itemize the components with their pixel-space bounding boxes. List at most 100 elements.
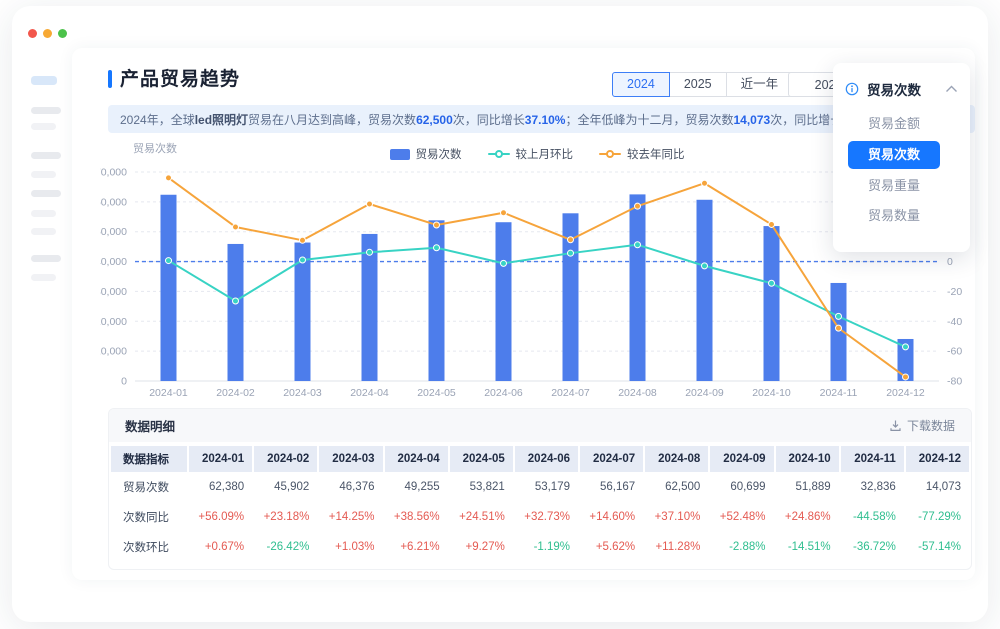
svg-text:50,000: 50,000 xyxy=(100,226,127,238)
table-cell: 45,902 xyxy=(254,472,317,502)
table-column-header: 2024-10 xyxy=(776,446,839,472)
svg-text:2024-09: 2024-09 xyxy=(685,387,724,399)
download-icon xyxy=(889,419,902,432)
table-cell: 46,376 xyxy=(319,472,382,502)
download-label: 下载数据 xyxy=(907,417,955,434)
maximize-button[interactable] xyxy=(58,29,67,38)
table-column-header: 数据指标 xyxy=(111,446,187,472)
metric-option-3[interactable]: 贸易数量 xyxy=(833,201,970,231)
table-cell: 56,167 xyxy=(580,472,643,502)
svg-text:2024-10: 2024-10 xyxy=(752,387,791,399)
sidebar-skeleton-item xyxy=(31,123,56,130)
metric-option-1-selected[interactable]: 贸易次数 xyxy=(848,141,940,169)
table-column-header: 2024-05 xyxy=(450,446,513,472)
table-row-label: 贸易次数 xyxy=(111,472,187,502)
table-column-header: 2024-09 xyxy=(710,446,773,472)
table-cell: +56.09% xyxy=(189,502,252,532)
svg-text:40,000: 40,000 xyxy=(100,256,127,268)
table-cell: 62,500 xyxy=(645,472,708,502)
sidebar-skeleton-item xyxy=(31,190,61,197)
data-table: 数据指标2024-012024-022024-032024-042024-052… xyxy=(109,442,971,562)
sidebar-skeleton-item xyxy=(31,228,56,235)
summary-segment: 62,500 xyxy=(416,113,453,127)
page-title: 产品贸易趋势 xyxy=(120,64,240,91)
svg-text:10,000: 10,000 xyxy=(100,346,127,358)
table-cell: +0.67% xyxy=(189,532,252,562)
table-cell: -1.19% xyxy=(515,532,578,562)
summary-segment: 14,073 xyxy=(734,113,771,127)
table-cell: 53,821 xyxy=(450,472,513,502)
table-column-header: 2024-08 xyxy=(645,446,708,472)
table-cell: -57.14% xyxy=(906,532,969,562)
table-cell: +52.48% xyxy=(710,502,773,532)
table-cell: 32,836 xyxy=(841,472,904,502)
period-tab-0[interactable]: 2024 xyxy=(612,72,670,97)
svg-text:2024-04: 2024-04 xyxy=(350,387,389,399)
table-cell: +1.03% xyxy=(319,532,382,562)
svg-text:2024-12: 2024-12 xyxy=(886,387,925,399)
summary-segment: ；全年低峰为十二月，贸易次数 xyxy=(565,113,733,127)
table-cell: -2.88% xyxy=(710,532,773,562)
summary-segment: 次，同比增长 xyxy=(453,113,525,127)
summary-segment: 贸易在八月达到高峰，贸易次数 xyxy=(248,113,416,127)
svg-text:2024-07: 2024-07 xyxy=(551,387,590,399)
table-cell: +23.18% xyxy=(254,502,317,532)
minimize-button[interactable] xyxy=(43,29,52,38)
metric-dropdown-header[interactable]: 贸易次数 xyxy=(833,63,970,109)
table-column-header: 2024-07 xyxy=(580,446,643,472)
table-column-header: 2024-03 xyxy=(319,446,382,472)
svg-text:0: 0 xyxy=(121,376,127,388)
svg-text:-20: -20 xyxy=(947,286,962,298)
period-tab-1[interactable]: 2025 xyxy=(669,72,727,97)
table-cell: 14,073 xyxy=(906,472,969,502)
app-root: 产品贸易趋势 20242025近一年 2024-01 → 2024-12 202… xyxy=(0,0,1000,629)
svg-text:2024-05: 2024-05 xyxy=(417,387,456,399)
svg-text:-40: -40 xyxy=(947,316,962,328)
svg-text:-60: -60 xyxy=(947,346,962,358)
table-cell: -44.58% xyxy=(841,502,904,532)
download-data-button[interactable]: 下载数据 xyxy=(889,417,955,434)
metric-option-0[interactable]: 贸易金额 xyxy=(833,109,970,139)
summary-segment: 次，同比增长 xyxy=(770,113,842,127)
sidebar-skeleton-item xyxy=(31,107,61,114)
period-tab-group: 20242025近一年 xyxy=(612,72,793,97)
table-cell: -77.29% xyxy=(906,502,969,532)
svg-text:0: 0 xyxy=(947,256,953,268)
info-icon xyxy=(845,82,859,96)
table-column-header: 2024-06 xyxy=(515,446,578,472)
summary-segment: 37.10% xyxy=(525,113,566,127)
svg-text:70,000: 70,000 xyxy=(100,167,127,179)
period-tab-2[interactable]: 近一年 xyxy=(726,72,794,97)
close-button[interactable] xyxy=(28,29,37,38)
table-cell: 53,179 xyxy=(515,472,578,502)
table-column-header: 2024-02 xyxy=(254,446,317,472)
sidebar-skeleton-item xyxy=(31,171,56,178)
svg-text:60,000: 60,000 xyxy=(100,196,127,208)
svg-text:2024-08: 2024-08 xyxy=(618,387,657,399)
table-cell: +24.51% xyxy=(450,502,513,532)
table-cell: +38.56% xyxy=(385,502,448,532)
table-cell: -26.42% xyxy=(254,532,317,562)
svg-text:2024-02: 2024-02 xyxy=(216,387,255,399)
summary-segment: led照明灯 xyxy=(195,113,248,127)
table-row-label: 次数环比 xyxy=(111,532,187,562)
metric-option-2[interactable]: 贸易重量 xyxy=(833,171,970,201)
table-cell: +9.27% xyxy=(450,532,513,562)
table-cell: +6.21% xyxy=(385,532,448,562)
metric-dropdown-panel: 贸易次数 贸易金额贸易次数贸易重量贸易数量 xyxy=(833,63,970,252)
svg-text:2024-01: 2024-01 xyxy=(149,387,188,399)
svg-text:30,000: 30,000 xyxy=(100,286,127,298)
svg-text:-80: -80 xyxy=(947,376,962,388)
table-column-header: 2024-12 xyxy=(906,446,969,472)
table-cell: +32.73% xyxy=(515,502,578,532)
table-row-label: 次数同比 xyxy=(111,502,187,532)
table-cell: +11.28% xyxy=(645,532,708,562)
data-table-card: 数据明细 下载数据 数据指标2024-012024-022024-032024-… xyxy=(108,408,972,570)
chevron-up-icon[interactable] xyxy=(945,85,958,93)
title-accent-bar xyxy=(108,70,112,88)
sidebar-skeleton-item xyxy=(31,152,61,159)
sidebar-item-active[interactable] xyxy=(31,76,57,85)
table-cell: +14.60% xyxy=(580,502,643,532)
metric-option-list: 贸易金额贸易次数贸易重量贸易数量 xyxy=(833,109,970,231)
table-cell: 62,380 xyxy=(189,472,252,502)
